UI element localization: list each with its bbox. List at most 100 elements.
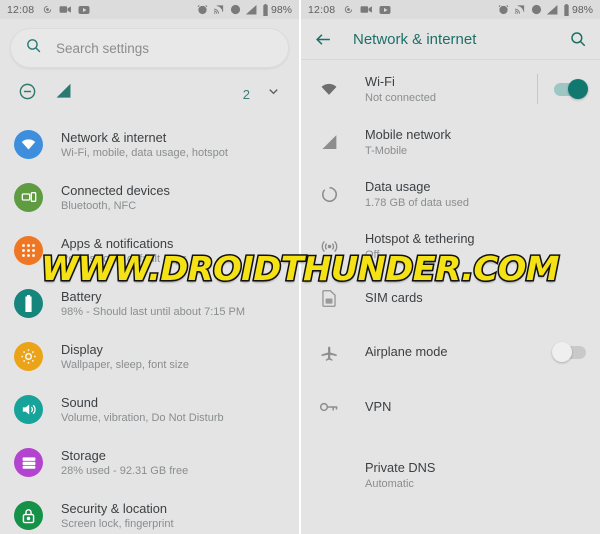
airplane-icon	[317, 343, 341, 362]
network-item-hotspot-tethering[interactable]: Hotspot & tethering Off	[301, 220, 600, 272]
settings-item-subtitle: Wi-Fi, mobile, data usage, hotspot	[61, 146, 228, 159]
app-bar: Network & internet	[301, 19, 600, 59]
network-item-private-dns[interactable]: Private DNS Automatic	[301, 448, 600, 502]
network-item-mobile-network[interactable]: Mobile network T-Mobile	[301, 116, 600, 168]
wifi-icon	[317, 79, 341, 99]
network-item-wifi[interactable]: Wi-Fi Not connected	[301, 62, 600, 116]
network-item-texts: Mobile network T-Mobile	[365, 127, 586, 158]
settings-item-subtitle: Volume, vibration, Do Not Disturb	[61, 411, 224, 424]
network-internet-screen: 12:08 98% Network & internet Wi-Fi Not c…	[301, 0, 600, 534]
screen-record-icon	[44, 5, 52, 14]
network-item-title: Hotspot & tethering	[365, 230, 475, 246]
settings-item-title: Apps & notifications	[61, 235, 174, 251]
search-input[interactable]: Search settings	[10, 28, 289, 68]
settings-item-storage[interactable]: Storage 28% used - 92.31 GB free	[0, 436, 299, 489]
settings-item-title: Connected devices	[61, 182, 170, 198]
quick-settings-count: 2	[242, 86, 250, 102]
settings-item-security-location[interactable]: Security & location Screen lock, fingerp…	[0, 489, 299, 534]
do-not-disturb-icon	[230, 4, 241, 15]
network-item-title: Mobile network	[365, 126, 452, 142]
settings-item-title: Battery	[61, 288, 102, 304]
settings-item-texts: Connected devices Bluetooth, NFC	[61, 183, 170, 213]
video-camera-icon	[360, 6, 373, 13]
network-item-texts: Wi-Fi Not connected	[365, 74, 537, 105]
search-icon[interactable]	[569, 30, 587, 48]
search-placeholder: Search settings	[56, 40, 150, 56]
status-bar-left-icons	[343, 4, 391, 15]
wifi-icon	[14, 130, 43, 159]
settings-item-network-internet[interactable]: Network & internet Wi-Fi, mobile, data u…	[0, 118, 299, 171]
network-item-data-usage[interactable]: Data usage 1.78 GB of data used	[301, 168, 600, 220]
toggle-divider	[537, 74, 538, 104]
quick-settings-expand[interactable]: 2	[243, 84, 281, 104]
settings-item-title: Sound	[61, 394, 99, 410]
settings-item-subtitle: 28% used - 92.31 GB free	[61, 464, 189, 477]
signal-off-icon[interactable]	[54, 83, 73, 105]
apps-grid-icon	[14, 236, 43, 265]
network-item-vpn[interactable]: VPN	[301, 380, 600, 434]
settings-item-title: Storage	[61, 447, 106, 463]
settings-item-texts: Display Wallpaper, sleep, font size	[61, 342, 189, 372]
do-not-disturb-icon[interactable]	[18, 82, 37, 106]
network-item-texts: VPN	[365, 399, 586, 415]
settings-home-screen: 12:08 98% Search settings 2 Network & in…	[0, 0, 299, 534]
settings-item-title: Network & internet	[61, 129, 167, 145]
status-bar-time: 12:08	[308, 3, 336, 16]
battery-icon	[14, 289, 43, 318]
settings-item-texts: Security & location Screen lock, fingerp…	[61, 501, 174, 531]
settings-item-title: Display	[61, 341, 103, 357]
settings-item-texts: Sound Volume, vibration, Do Not Disturb	[61, 395, 224, 425]
chevron-down-icon[interactable]	[266, 84, 281, 104]
battery-icon	[263, 3, 268, 16]
network-item-subtitle: Not connected	[365, 91, 436, 104]
airplane-mode-toggle[interactable]	[552, 341, 586, 362]
back-arrow-icon[interactable]	[314, 30, 333, 49]
video-camera-icon	[59, 6, 72, 13]
settings-item-texts: Storage 28% used - 92.31 GB free	[61, 448, 188, 478]
settings-item-sound[interactable]: Sound Volume, vibration, Do Not Disturb	[0, 383, 299, 436]
settings-item-connected-devices[interactable]: Connected devices Bluetooth, NFC	[0, 171, 299, 224]
settings-item-title: Security & location	[61, 500, 167, 516]
quick-settings-row: 2	[0, 72, 299, 116]
status-bar: 12:08 98%	[301, 0, 600, 19]
network-item-subtitle: 1.78 GB of data used	[365, 196, 469, 209]
cast-icon	[213, 5, 224, 14]
do-not-disturb-icon	[531, 4, 542, 15]
network-item-sim-cards[interactable]: SIM cards	[301, 272, 600, 324]
wifi-toggle[interactable]	[554, 78, 588, 99]
network-item-subtitle: T-Mobile	[365, 144, 408, 157]
alarm-icon	[498, 5, 509, 15]
status-bar-time: 12:08	[7, 3, 35, 16]
status-bar-battery-percent: 98%	[270, 3, 292, 16]
dual-screenshot: 12:08 98% Search settings 2 Network & in…	[0, 0, 600, 534]
network-item-airplane-mode[interactable]: Airplane mode	[301, 324, 600, 380]
hotspot-icon	[317, 237, 341, 256]
search-icon	[25, 37, 42, 59]
network-item-texts: SIM cards	[365, 290, 586, 306]
settings-item-display[interactable]: Display Wallpaper, sleep, font size	[0, 330, 299, 383]
signal-icon	[245, 4, 257, 14]
brightness-icon	[14, 342, 43, 371]
status-bar: 12:08 98%	[0, 0, 299, 19]
network-item-title: SIM cards	[365, 290, 423, 305]
search-container: Search settings	[0, 19, 299, 68]
network-item-title: VPN	[365, 399, 392, 414]
settings-item-apps-notifications[interactable]: Apps & notifications Permissions, defaul…	[0, 224, 299, 277]
toggle-knob	[552, 341, 572, 362]
network-item-title: Wi-Fi	[365, 73, 395, 89]
youtube-icon	[78, 5, 90, 14]
signal-icon	[546, 4, 558, 14]
quick-settings-icons	[18, 82, 73, 106]
status-bar-left-icons	[42, 4, 90, 15]
settings-item-battery[interactable]: Battery 98% - Should last until about 7:…	[0, 277, 299, 330]
settings-item-subtitle: 98% - Should last until about 7:15 PM	[61, 305, 246, 318]
settings-item-texts: Apps & notifications Permissions, defaul…	[61, 236, 187, 266]
alarm-icon	[197, 5, 208, 15]
settings-item-texts: Battery 98% - Should last until about 7:…	[61, 289, 245, 319]
page-title: Network & internet	[353, 30, 477, 48]
toggle-knob	[568, 78, 588, 99]
signal-icon	[317, 134, 341, 151]
network-item-texts: Airplane mode	[365, 344, 554, 360]
battery-icon	[564, 3, 569, 16]
storage-icon	[14, 448, 43, 477]
